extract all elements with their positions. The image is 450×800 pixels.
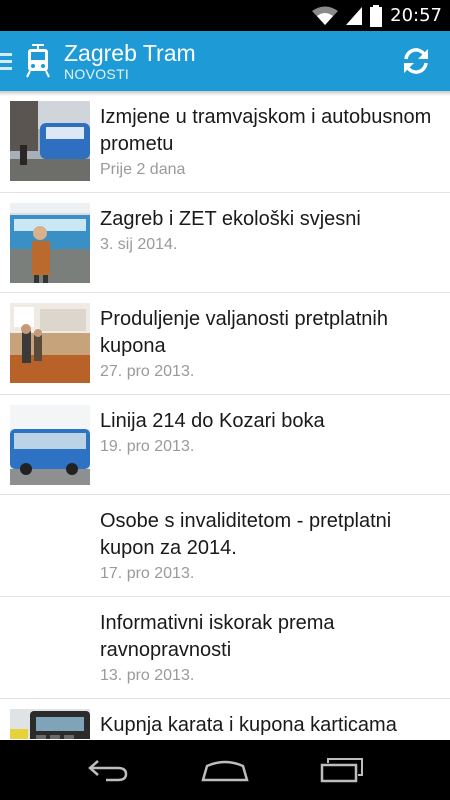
- drawer-icon[interactable]: [0, 31, 14, 91]
- signal-icon: [346, 6, 363, 25]
- news-thumbnail: [10, 303, 90, 383]
- news-date: 13. pro 2013.: [100, 667, 195, 684]
- wifi-icon: [312, 6, 339, 25]
- action-bar: Zagreb Tram NOVOSTI: [0, 31, 450, 91]
- news-title: Informativni iskorak prema ravnopravnost…: [100, 612, 335, 661]
- news-title: Kupnja karata i kupona karticama: [100, 714, 397, 736]
- action-bar-shadow: [0, 91, 450, 96]
- news-item[interactable]: Izmjene u tramvajskom i autobusnom prome…: [0, 91, 450, 193]
- news-thumbnail: [10, 203, 90, 283]
- app-subtitle: NOVOSTI: [64, 66, 130, 82]
- news-thumbnail: [10, 101, 90, 181]
- status-bar: 20:57: [0, 0, 450, 31]
- news-thumbnail: [10, 709, 90, 739]
- tram-icon[interactable]: [20, 39, 56, 83]
- recent-apps-icon: [320, 758, 363, 783]
- battery-icon: [370, 4, 383, 27]
- news-thumbnail: [10, 405, 90, 485]
- news-item[interactable]: Informativni iskorak prema ravnopravnost…: [0, 597, 450, 699]
- news-title: Izmjene u tramvajskom i autobusnom prome…: [100, 106, 432, 155]
- recent-apps-button[interactable]: [312, 750, 372, 790]
- news-list[interactable]: Izmjene u tramvajskom i autobusnom prome…: [0, 91, 450, 739]
- news-date: Prije 2 dana: [100, 161, 186, 178]
- back-button[interactable]: [78, 750, 138, 790]
- news-date: 19. pro 2013.: [100, 438, 195, 455]
- news-date: 17. pro 2013.: [100, 565, 195, 582]
- refresh-icon: [404, 48, 428, 74]
- news-title: Produljenje valjanosti pretplatnih kupon…: [100, 308, 388, 357]
- news-item[interactable]: Linija 214 do Kozari boka 19. pro 2013.: [0, 395, 450, 495]
- news-title: Linija 214 do Kozari boka: [100, 410, 325, 432]
- back-icon: [88, 760, 128, 782]
- status-time: 20:57: [390, 5, 442, 26]
- news-date: 27. pro 2013.: [100, 363, 195, 380]
- news-item[interactable]: Osobe s invaliditetom - pretplatni kupon…: [0, 495, 450, 597]
- news-item[interactable]: Zagreb i ZET ekološki svjesni 3. sij 201…: [0, 193, 450, 293]
- home-icon: [201, 760, 249, 782]
- news-title: Zagreb i ZET ekološki svjesni: [100, 208, 361, 230]
- refresh-button[interactable]: [396, 41, 436, 81]
- home-button[interactable]: [195, 750, 255, 790]
- title-block: Zagreb Tram NOVOSTI: [64, 40, 196, 82]
- news-title: Osobe s invaliditetom - pretplatni kupon…: [100, 510, 392, 559]
- news-item[interactable]: Produljenje valjanosti pretplatnih kupon…: [0, 293, 450, 395]
- news-item[interactable]: Kupnja karata i kupona karticama: [0, 699, 450, 739]
- news-date: 3. sij 2014.: [100, 236, 178, 253]
- navigation-bar: [0, 740, 450, 800]
- app-title: Zagreb Tram: [64, 40, 196, 66]
